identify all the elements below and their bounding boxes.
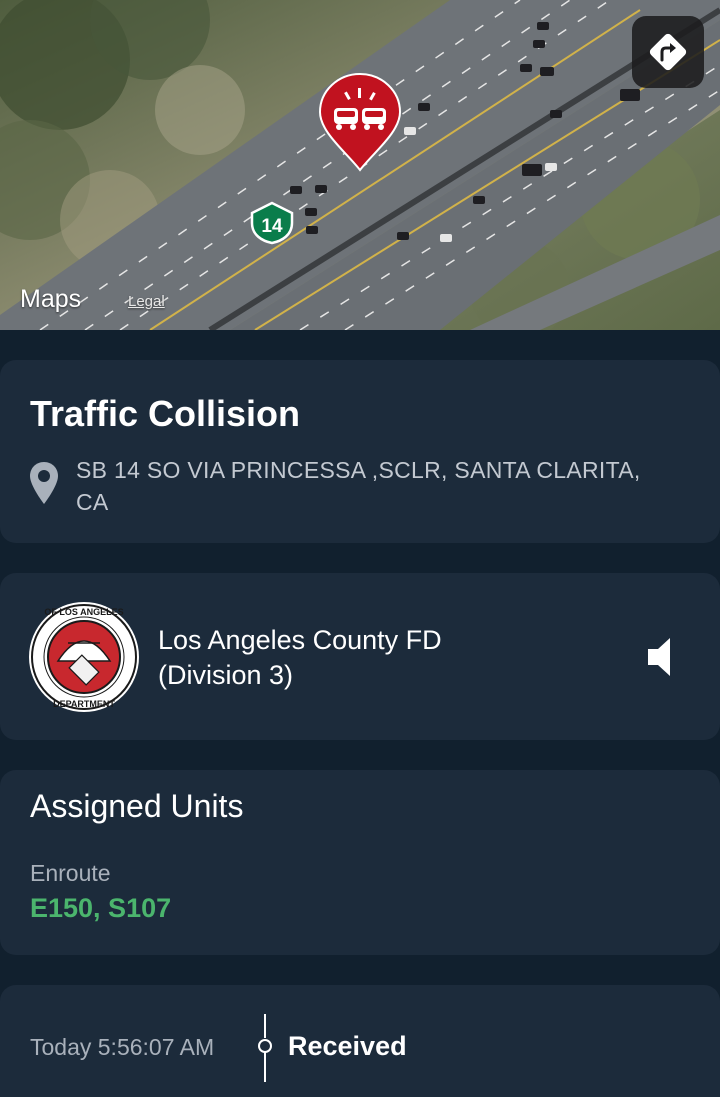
incident-location[interactable]: SB 14 SO VIA PRINCESSA ,SCLR, SANTA CLAR… — [76, 454, 676, 518]
units-list: E150, S107 — [30, 893, 172, 923]
location-pin-icon — [28, 460, 60, 511]
timeline-time: Today 5:56:07 AM — [30, 1034, 215, 1060]
assigned-units-title: Assigned Units — [30, 788, 244, 824]
route-14-shield: 14 — [248, 201, 296, 250]
svg-text:OF LOS ANGELES: OF LOS ANGELES — [44, 607, 123, 617]
map-view[interactable]: 14 Maps Legal — [0, 0, 720, 330]
speaker-icon[interactable] — [640, 634, 680, 685]
maps-attribution: Maps — [18, 285, 81, 314]
turn-right-arrow-icon — [649, 33, 687, 71]
directions-button[interactable] — [632, 16, 704, 88]
svg-text:DEPARTMENT: DEPARTMENT — [53, 699, 115, 709]
timeline-marker-icon — [255, 1014, 275, 1089]
fire-department-seal-icon: OF LOS ANGELES DEPARTMENT — [29, 602, 139, 712]
agency-name-line1: Los Angeles County FD — [158, 625, 442, 655]
units-status-label: Enroute — [30, 860, 111, 886]
agency-name: Los Angeles County FD (Division 3) — [158, 623, 598, 693]
incident-pin[interactable] — [318, 72, 402, 177]
timeline-label: Received — [288, 1031, 407, 1061]
agency-name-line2: (Division 3) — [158, 660, 294, 690]
legal-link[interactable]: Legal — [128, 293, 165, 310]
car-collision-icon — [318, 72, 402, 172]
maps-brand-label: Maps — [20, 285, 82, 313]
agency-seal: OF LOS ANGELES DEPARTMENT — [28, 601, 140, 718]
svg-text:14: 14 — [261, 216, 283, 237]
incident-title: Traffic Collision — [30, 393, 301, 434]
